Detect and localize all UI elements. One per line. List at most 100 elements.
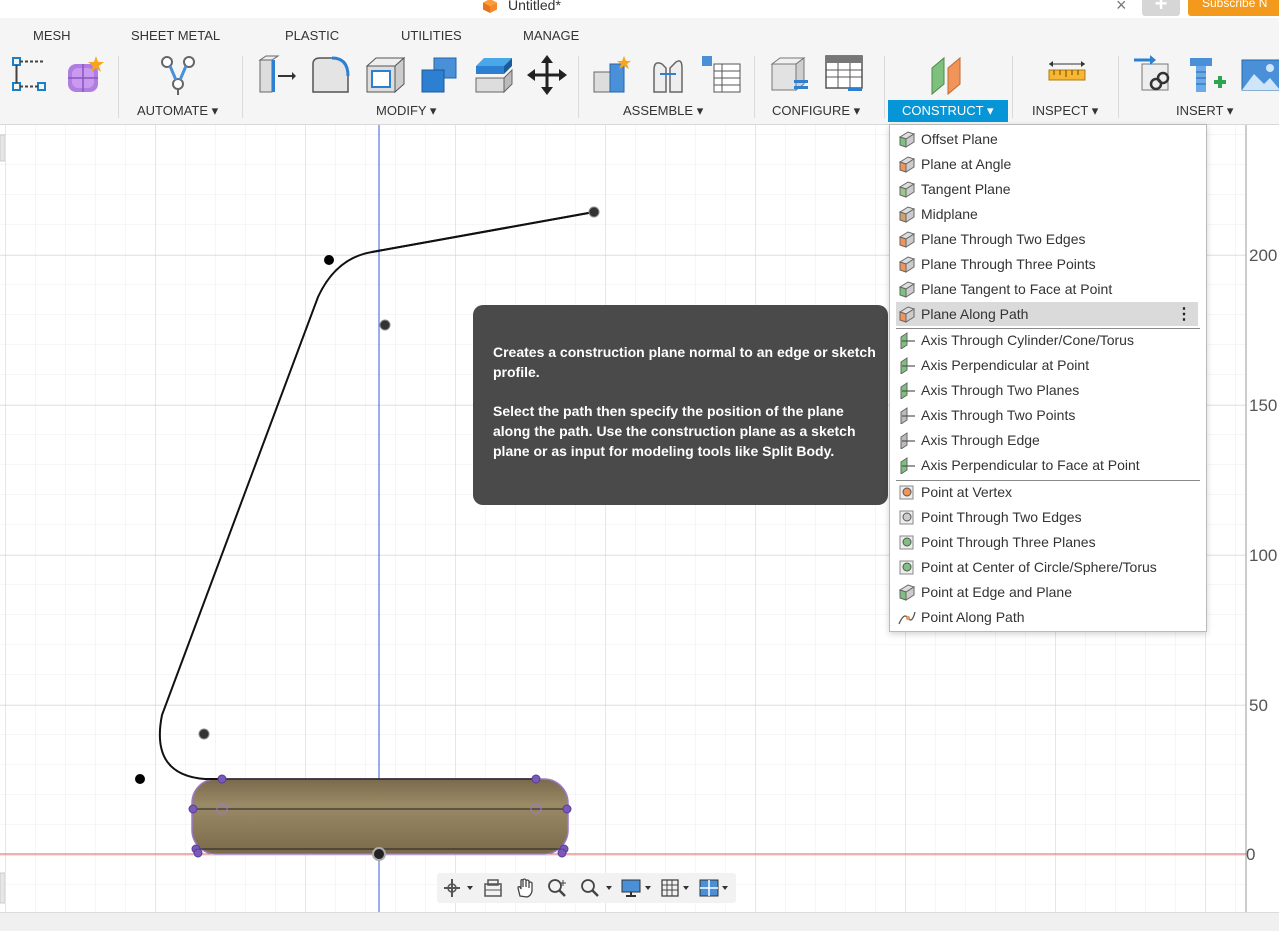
menu-item-plane-at-angle[interactable]: Plane at Angle xyxy=(896,152,1198,176)
insert-derive-icon[interactable] xyxy=(1132,54,1174,96)
ruler-label: 50 xyxy=(1249,696,1268,715)
toolbar-separator xyxy=(242,56,243,118)
menu-item-label: Plane at Angle xyxy=(921,156,1012,172)
bom-icon[interactable] xyxy=(700,54,742,96)
menu-item-label: Point Along Path xyxy=(921,609,1025,625)
automate-icon[interactable] xyxy=(157,54,199,96)
menu-item-label: Axis Through Two Planes xyxy=(921,382,1080,398)
offset-face-icon[interactable] xyxy=(472,54,514,96)
toolbar-separator xyxy=(1012,56,1013,118)
axis-perp-point-icon xyxy=(900,357,915,374)
menu-item-offset-plane[interactable]: Offset Plane xyxy=(896,127,1198,151)
toolbar-separator xyxy=(754,56,755,118)
menu-item-axis-through-two-planes[interactable]: Axis Through Two Planes xyxy=(896,378,1198,402)
axis-cylinder-icon xyxy=(900,332,915,349)
menu-item-axis-perpendicular-at-point[interactable]: Axis Perpendicular at Point xyxy=(896,353,1198,377)
tab-plastic[interactable]: PLASTIC xyxy=(285,28,339,43)
configure-sheet-icon[interactable] xyxy=(824,54,866,96)
offset-plane-icon xyxy=(898,131,916,148)
subscribe-button[interactable]: Subscribe N xyxy=(1188,0,1279,16)
navigation-bar xyxy=(437,873,736,903)
new-component-icon[interactable] xyxy=(590,54,632,96)
point-vertex-icon xyxy=(899,485,914,500)
move-icon[interactable] xyxy=(526,54,568,96)
menu-item-point-through-three-planes[interactable]: Point Through Three Planes xyxy=(896,530,1198,554)
plane-at-angle-icon xyxy=(898,156,916,173)
group-configure[interactable]: CONFIGURE ▾ xyxy=(772,103,860,119)
menu-item-axis-through-cylinder-cone-torus[interactable]: Axis Through Cylinder/Cone/Torus xyxy=(896,328,1198,352)
tooltip-description: Creates a construction plane normal to a… xyxy=(493,344,876,380)
configure-table-icon[interactable] xyxy=(770,54,812,96)
menu-item-label: Tangent Plane xyxy=(921,181,1011,197)
menu-item-label: Plane Through Three Points xyxy=(921,256,1096,272)
group-assemble[interactable]: ASSEMBLE ▾ xyxy=(623,103,703,119)
press-pull-icon[interactable] xyxy=(256,54,298,96)
point-three-planes-icon xyxy=(899,535,914,550)
document-cube-icon xyxy=(483,0,497,13)
group-inspect[interactable]: INSPECT ▾ xyxy=(1032,103,1098,119)
group-construct[interactable]: CONSTRUCT ▾ xyxy=(888,100,1008,122)
more-options-icon[interactable]: ⋮ xyxy=(1176,304,1192,324)
toolbar: MESH SHEET METAL PLASTIC UTILITIES MANAG… xyxy=(0,18,1279,125)
axis-perp-face-icon xyxy=(900,457,915,474)
tab-utilities[interactable]: UTILITIES xyxy=(401,28,462,43)
display-settings-icon[interactable] xyxy=(621,878,653,898)
offset-plane-icon[interactable] xyxy=(928,54,970,96)
menu-item-point-along-path[interactable]: Point Along Path xyxy=(896,605,1198,629)
menu-item-label: Point Through Three Planes xyxy=(921,534,1096,550)
menu-item-axis-through-two-points[interactable]: Axis Through Two Points xyxy=(896,403,1198,427)
viewports-icon[interactable] xyxy=(699,878,731,898)
menu-item-point-at-center-of-circle-sphere-torus[interactable]: Point at Center of Circle/Sphere/Torus xyxy=(896,555,1198,579)
menu-item-plane-tangent-to-face-at-point[interactable]: Plane Tangent to Face at Point xyxy=(896,277,1198,301)
menu-item-plane-through-three-points[interactable]: Plane Through Three Points xyxy=(896,252,1198,276)
construct-menu: Offset Plane Plane at Angle Tangent Plane M… xyxy=(889,124,1207,632)
group-insert[interactable]: INSERT ▾ xyxy=(1176,103,1233,119)
fit-zoom-icon[interactable] xyxy=(579,878,615,898)
menu-item-midplane[interactable]: Midplane xyxy=(896,202,1198,226)
group-modify[interactable]: MODIFY ▾ xyxy=(376,103,436,119)
look-at-icon[interactable] xyxy=(483,878,503,898)
group-automate[interactable]: AUTOMATE ▾ xyxy=(137,103,218,119)
menu-item-plane-through-two-edges[interactable]: Plane Through Two Edges xyxy=(896,227,1198,251)
ruler-label: 0 xyxy=(1246,845,1256,864)
menu-item-point-at-edge-and-plane[interactable]: Point at Edge and Plane xyxy=(896,580,1198,604)
new-tab-button[interactable]: + xyxy=(1142,0,1180,16)
joint-icon[interactable] xyxy=(646,54,688,96)
form-create-icon[interactable] xyxy=(64,54,106,96)
point-center-icon xyxy=(899,560,914,575)
tab-manage[interactable]: MANAGE xyxy=(523,28,579,43)
midplane-icon xyxy=(898,206,916,223)
tab-mesh[interactable]: MESH xyxy=(33,28,71,43)
menu-item-label: Midplane xyxy=(921,206,978,222)
shell-icon[interactable] xyxy=(364,54,406,96)
title-bar xyxy=(0,0,1279,18)
plane-along-path-icon xyxy=(898,306,916,323)
fillet-icon[interactable] xyxy=(310,54,352,96)
orbit-icon[interactable] xyxy=(443,878,475,898)
insert-image-icon[interactable] xyxy=(1240,54,1279,96)
menu-item-axis-through-edge[interactable]: Axis Through Edge xyxy=(896,428,1198,452)
insert-mcmaster-icon[interactable] xyxy=(1186,54,1228,96)
pan-hand-icon[interactable] xyxy=(515,878,537,898)
toolbar-separator xyxy=(578,56,579,118)
menu-item-point-at-vertex[interactable]: Point at Vertex xyxy=(896,480,1198,504)
menu-item-plane-along-path[interactable]: Plane Along Path ⋮ xyxy=(896,302,1198,326)
menu-item-tangent-plane[interactable]: Tangent Plane xyxy=(896,177,1198,201)
sketch-constraint-icon[interactable] xyxy=(10,54,52,96)
measure-icon[interactable] xyxy=(1046,54,1088,96)
menu-item-label: Point at Edge and Plane xyxy=(921,584,1073,600)
axis-two-planes-icon xyxy=(900,382,915,399)
menu-item-label: Axis Through Edge xyxy=(921,432,1040,448)
ruler-label: 150 xyxy=(1249,396,1278,415)
axis-edge-icon xyxy=(900,432,915,449)
menu-item-point-through-two-edges[interactable]: Point Through Two Edges xyxy=(896,505,1198,529)
menu-item-axis-perpendicular-to-face-at-point[interactable]: Axis Perpendicular to Face at Point xyxy=(896,453,1198,477)
zoom-icon[interactable] xyxy=(547,878,569,898)
menu-item-label: Plane Tangent to Face at Point xyxy=(921,281,1113,297)
close-tab-icon[interactable]: × xyxy=(1116,0,1127,16)
combine-icon[interactable] xyxy=(418,54,460,96)
ruler-label: 100 xyxy=(1249,546,1278,565)
grid-settings-icon[interactable] xyxy=(661,878,693,898)
point-along-path-icon xyxy=(898,611,916,625)
tab-sheet-metal[interactable]: SHEET METAL xyxy=(131,28,220,43)
